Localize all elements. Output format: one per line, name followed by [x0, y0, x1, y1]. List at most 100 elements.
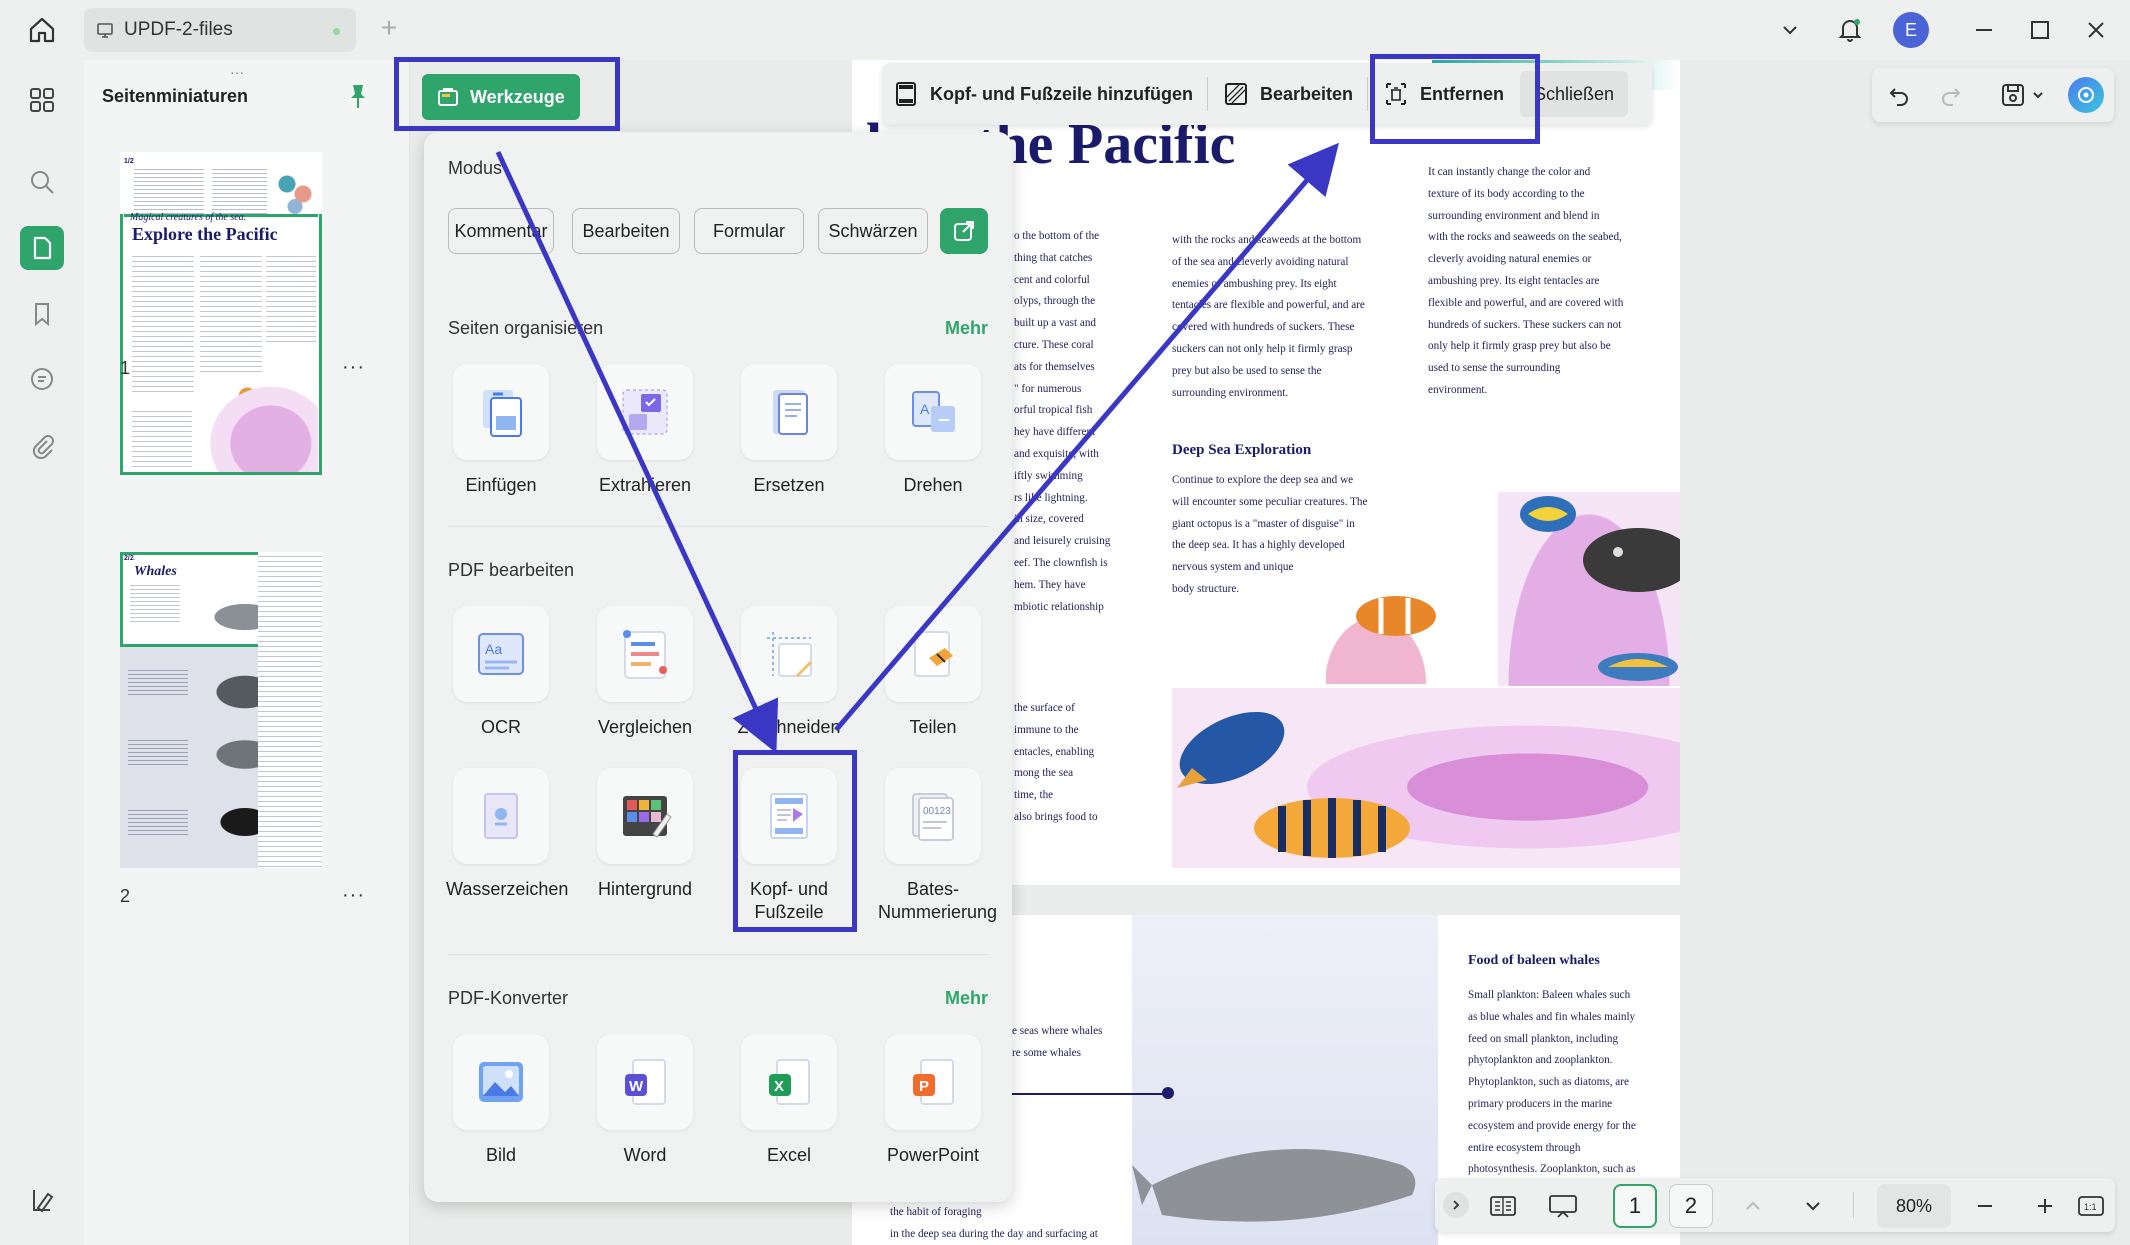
highlight-box	[394, 57, 620, 131]
avatar[interactable]: E	[1893, 12, 1929, 48]
insert-tool[interactable]: Einfügen	[446, 364, 556, 497]
comments-icon[interactable]	[20, 358, 64, 402]
mode-redact-button[interactable]: Schwärzen	[818, 208, 928, 254]
text-line: rs like lightning.	[1014, 491, 1088, 504]
extract-label: Extrahieren	[598, 475, 692, 495]
crop-label: Zuschneiden	[737, 717, 841, 737]
apps-grid-icon[interactable]	[20, 78, 64, 122]
chevron-down-icon[interactable]	[1772, 12, 1808, 48]
thumbnail-panel: ··· Seitenminiaturen 1/2 Magical creatur…	[84, 60, 410, 1245]
text-line: eef. The clownfish is	[1014, 556, 1108, 569]
coral-reef-image	[1172, 688, 1680, 868]
previous-page-icon[interactable]	[1737, 1190, 1769, 1222]
bates-icon: 00123	[912, 793, 954, 841]
page-thumbnail-1[interactable]: 1/2 Magical creatures of the sea. Explor…	[120, 152, 322, 475]
background-icon	[623, 796, 672, 838]
bates-tool[interactable]: 00123 Bates-Nummerierung	[878, 768, 998, 924]
thumb-more-button[interactable]: ···	[342, 356, 365, 379]
text-line: o the bottom of the	[1014, 230, 1100, 242]
tab-title: UPDF-2-files	[124, 19, 233, 40]
ai-assistant-icon[interactable]	[2068, 77, 2104, 113]
convert-powerpoint-tool[interactable]: P PowerPoint	[878, 1034, 988, 1167]
edit-label: Bearbeiten	[1259, 83, 1353, 104]
save-options-chevron-icon[interactable]	[2028, 80, 2048, 110]
thumb-more-button[interactable]: ···	[342, 884, 365, 907]
compare-tool[interactable]: Vergleichen	[590, 606, 700, 739]
pin-icon[interactable]	[346, 82, 370, 110]
split-tool[interactable]: Teilen	[878, 606, 988, 739]
new-tab-button[interactable]: +	[374, 14, 404, 44]
convert-word-tool[interactable]: W Word	[590, 1034, 700, 1167]
background-label: Hintergrund	[597, 879, 693, 899]
compare-label: Vergleichen	[597, 717, 693, 737]
convert-excel-tool[interactable]: X Excel	[734, 1034, 844, 1167]
text-line: " for numerous	[1014, 382, 1082, 395]
mode-comment-button[interactable]: Kommentar	[448, 208, 554, 254]
crop-icon	[767, 632, 813, 678]
ocr-tool[interactable]: Aa OCR	[446, 606, 556, 739]
attachment-icon[interactable]	[20, 424, 64, 468]
thumbnails-icon[interactable]	[20, 226, 64, 270]
text-line: hey have different	[1014, 426, 1096, 439]
undo-icon[interactable]	[1884, 80, 1914, 110]
zoom-level[interactable]: 80%	[1877, 1184, 1951, 1228]
page-2-button[interactable]: 2	[1669, 1184, 1713, 1228]
text-line: iftly swimming	[1014, 469, 1083, 482]
minimize-icon[interactable]	[1966, 12, 2002, 48]
add-header-footer-button[interactable]: Kopf- und Fußzeile hinzufügen	[882, 71, 1203, 117]
text-line: in size, covered	[1014, 513, 1084, 526]
search-icon[interactable]	[20, 160, 64, 204]
background-tool[interactable]: Hintergrund	[590, 768, 700, 901]
watermark-tool[interactable]: Wasserzeichen	[446, 768, 568, 901]
thumb-page-label: 1/2	[124, 158, 134, 165]
presentation-icon[interactable]	[1547, 1190, 1579, 1222]
drag-handle[interactable]: ···	[230, 64, 244, 80]
bell-icon[interactable]	[1832, 12, 1868, 48]
close-icon[interactable]	[2078, 12, 2114, 48]
layers-icon[interactable]	[20, 1178, 64, 1222]
bookmark-icon[interactable]	[20, 292, 64, 336]
document-tab[interactable]: UPDF-2-files	[84, 8, 356, 52]
mode-edit-button[interactable]: Bearbeiten	[572, 208, 680, 254]
text-line: orful tropical fish	[1014, 404, 1093, 417]
rotate-tool[interactable]: A Drehen	[878, 364, 988, 497]
image-icon	[479, 1062, 523, 1102]
text-line: entacles, enabling	[1014, 745, 1095, 758]
actual-size-icon[interactable]: 1:1	[2075, 1190, 2107, 1222]
mode-form-button[interactable]: Formular	[694, 208, 804, 254]
page-text-column: the surface of immune to the entacles, ena…	[1014, 698, 1144, 829]
word-icon: W	[625, 1059, 666, 1105]
extract-tool[interactable]: Extrahieren	[590, 364, 700, 497]
zoom-out-icon[interactable]	[1969, 1190, 2001, 1222]
save-icon[interactable]	[1998, 80, 2028, 110]
watermark-icon	[484, 793, 518, 839]
tools-menu: Modus Kommentar Bearbeiten Formular Schw…	[424, 132, 1012, 1202]
convert-image-tool[interactable]: Bild	[446, 1034, 556, 1167]
text-line: with the rocks and seaweeds at the botto…	[1172, 234, 1362, 246]
collapse-chevron-icon[interactable]	[1443, 1192, 1469, 1218]
edit-section-title: PDF bearbeiten	[448, 560, 575, 580]
text-line: used to sense the surrounding	[1428, 362, 1561, 375]
text-line: prey but also be used to sense the	[1172, 364, 1322, 377]
text-line: cleverly avoiding natural enemies or	[1428, 253, 1592, 266]
page-1-button[interactable]: 1	[1613, 1184, 1657, 1228]
maximize-icon[interactable]	[2022, 12, 2058, 48]
bates-label: Bates-Nummerierung	[878, 879, 998, 922]
replace-tool[interactable]: Ersetzen	[734, 364, 844, 497]
zoom-in-icon[interactable]	[2029, 1190, 2061, 1222]
convert-more-link[interactable]: Mehr	[945, 988, 988, 1009]
organize-more-link[interactable]: Mehr	[945, 318, 988, 339]
text-line: e seas where whales	[1012, 1025, 1103, 1037]
redo-icon[interactable]	[1936, 80, 1966, 110]
open-external-button[interactable]	[940, 208, 988, 254]
insert-label: Einfügen	[465, 475, 537, 495]
next-page-icon[interactable]	[1797, 1190, 1829, 1222]
home-icon[interactable]	[22, 13, 62, 47]
page-thumbnail-2[interactable]: 2/2 Whales	[120, 552, 322, 868]
text-line: flexible and powerful, and are covered w…	[1428, 296, 1624, 309]
page-layout-icon[interactable]	[1487, 1190, 1519, 1222]
crop-tool[interactable]: Zuschneiden	[734, 606, 844, 739]
text-line: covered with hundreds of suckers. These	[1172, 321, 1355, 334]
svg-text:A: A	[920, 401, 930, 417]
edit-header-footer-button[interactable]: Bearbeiten	[1212, 71, 1363, 117]
